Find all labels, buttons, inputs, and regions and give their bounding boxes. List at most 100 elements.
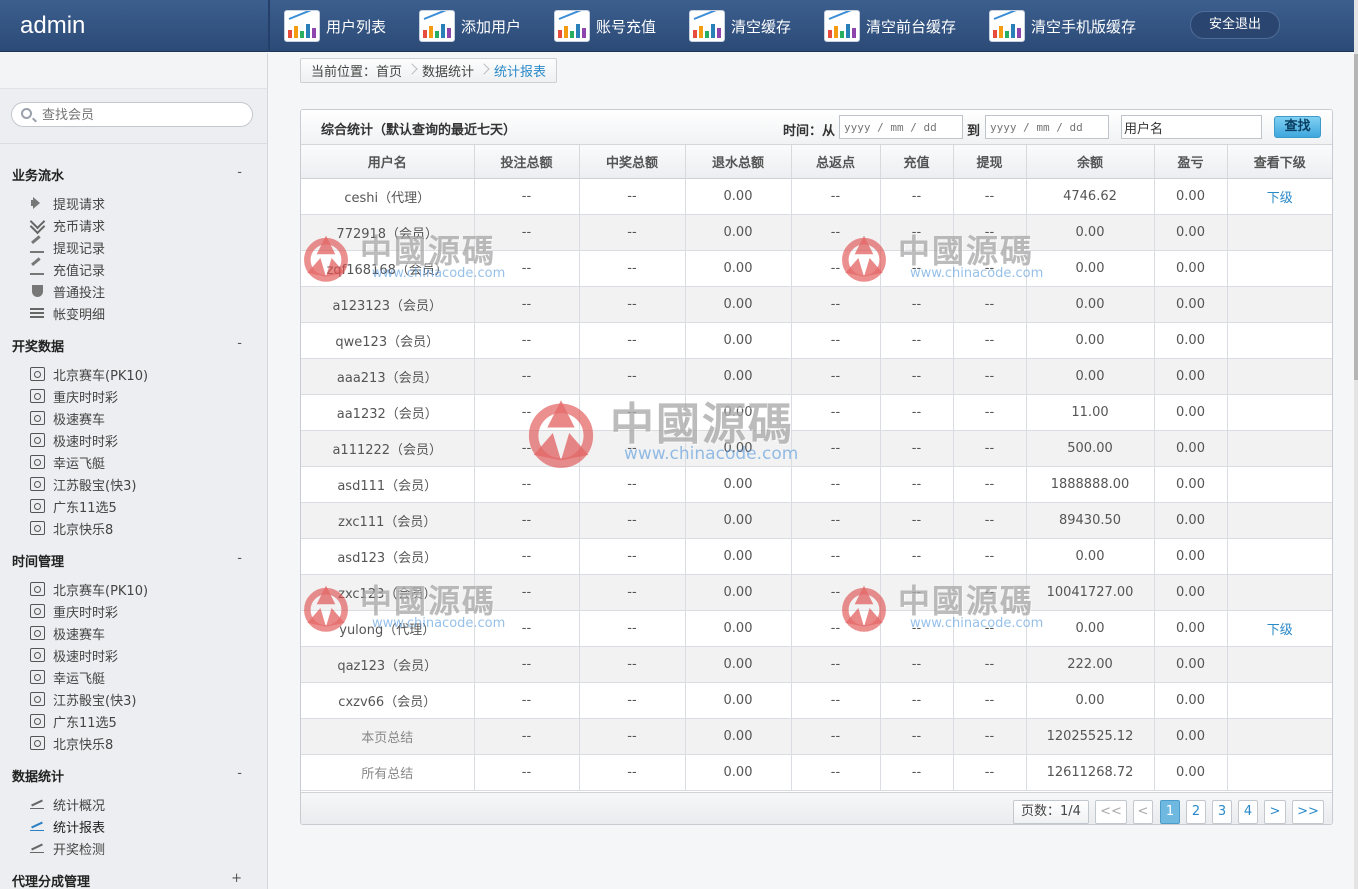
view-subordinates-link[interactable]: 下级: [1267, 191, 1293, 206]
target-icon: [30, 389, 45, 403]
table-cell: [1227, 574, 1332, 611]
top-nav-label: 账号充值: [596, 17, 657, 36]
table-cell: --: [953, 610, 1027, 647]
username-input[interactable]: [1121, 115, 1262, 139]
group-toggle-icon[interactable]: -: [237, 766, 242, 781]
table-cell: 0.00: [685, 538, 792, 575]
double-chevron-icon: [30, 218, 45, 232]
sidebar-item[interactable]: 幸运飞艇: [30, 667, 105, 687]
breadcrumb-item[interactable]: 数据统计: [412, 61, 484, 80]
sidebar-item[interactable]: 北京快乐8: [30, 518, 113, 538]
table-cell: --: [474, 538, 580, 575]
sidebar-item[interactable]: 江苏骰宝(快3): [30, 474, 136, 494]
table-row: qwe123（会员） -- -- 0.00 -- -- -- 0.00 0.00: [301, 322, 1332, 359]
group-toggle-icon[interactable]: -: [237, 165, 242, 180]
table-cell: [1227, 502, 1332, 539]
last-page-button[interactable]: >>: [1292, 800, 1324, 824]
sidebar-item-label: 幸运飞艇: [53, 671, 106, 687]
table-cell: 0.00: [1154, 574, 1228, 611]
page-scrollbar[interactable]: [1354, 0, 1358, 889]
top-nav-item-4[interactable]: 清空前台缓存: [824, 9, 956, 43]
top-nav-label: 清空手机版缓存: [1031, 17, 1137, 36]
view-subordinates-link[interactable]: 下级: [1267, 623, 1293, 638]
page-button-2[interactable]: 2: [1186, 800, 1206, 824]
sidebar-item[interactable]: 幸运飞艇: [30, 452, 105, 472]
sidebar-item[interactable]: 充值记录: [30, 259, 105, 279]
sidebar-item[interactable]: 重庆时时彩: [30, 601, 118, 621]
page-button-1[interactable]: 1: [1160, 800, 1180, 824]
page-button-4[interactable]: 4: [1238, 800, 1258, 824]
sidebar-group-title[interactable]: 业务流水 -: [12, 165, 242, 184]
table-cell: --: [579, 250, 686, 287]
sidebar-group-title[interactable]: 代理分成管理 +: [12, 871, 242, 889]
search-button[interactable]: 查找: [1274, 116, 1321, 138]
sidebar-item[interactable]: 统计报表: [30, 816, 105, 836]
breadcrumb-item[interactable]: 当前位置：首页: [301, 61, 412, 80]
sidebar-item[interactable]: 提现记录: [30, 237, 105, 257]
sidebar-item[interactable]: 提现请求: [30, 193, 105, 213]
table-cell: --: [579, 754, 686, 791]
table-cell: [1227, 718, 1332, 755]
table-cell: 0.00: [1154, 466, 1228, 503]
sidebar-item[interactable]: 极速赛车: [30, 408, 105, 428]
sidebar-item[interactable]: 重庆时时彩: [30, 386, 118, 406]
table-cell: --: [880, 754, 954, 791]
top-nav-item-1[interactable]: 添加用户: [419, 9, 521, 43]
date-from-input[interactable]: [839, 115, 963, 139]
group-toggle-icon[interactable]: +: [231, 871, 242, 886]
list-icon: [30, 306, 45, 320]
member-search-input[interactable]: [42, 106, 242, 124]
table-cell: aa1232（会员）: [301, 394, 475, 431]
sidebar-item[interactable]: 充币请求: [30, 215, 105, 235]
shield-icon: [30, 284, 45, 298]
sidebar-item[interactable]: 北京快乐8: [30, 733, 113, 753]
table-cell: 0.00: [1026, 610, 1155, 647]
table-cell: 0.00: [1026, 322, 1155, 359]
page-button-3[interactable]: 3: [1212, 800, 1232, 824]
next-page-button[interactable]: >: [1264, 800, 1286, 824]
sidebar-item[interactable]: 广东11选5: [30, 711, 117, 731]
sidebar-item[interactable]: 极速时时彩: [30, 645, 118, 665]
sidebar-item[interactable]: 开奖检测: [30, 838, 105, 858]
table-cell: [1227, 430, 1332, 467]
sidebar-item[interactable]: 江苏骰宝(快3): [30, 689, 136, 709]
group-toggle-icon[interactable]: -: [237, 336, 242, 351]
sidebar-group-title[interactable]: 时间管理 -: [12, 551, 242, 570]
table-cell: --: [791, 754, 881, 791]
pencil-icon: [30, 262, 45, 276]
table-cell: --: [474, 286, 580, 323]
sidebar-item[interactable]: 极速赛车: [30, 623, 105, 643]
scrollbar-thumb[interactable]: [1354, 54, 1358, 380]
table-row: asd111（会员） -- -- 0.00 -- -- -- 1888888.00 0.00: [301, 466, 1332, 503]
sidebar-group-title[interactable]: 数据统计 -: [12, 766, 242, 785]
sidebar-item[interactable]: 北京赛车(PK10): [30, 579, 148, 599]
table-cell: 12611268.72: [1026, 754, 1155, 791]
top-nav-item-5[interactable]: 清空手机版缓存: [989, 9, 1136, 43]
sidebar-item-label: 广东11选5: [53, 500, 117, 516]
sidebar-item[interactable]: 广东11选5: [30, 496, 117, 516]
group-toggle-icon[interactable]: -: [237, 551, 242, 566]
member-search[interactable]: [11, 102, 253, 127]
sidebar-item[interactable]: 普通投注: [30, 281, 105, 301]
sidebar-item[interactable]: 极速时时彩: [30, 430, 118, 450]
sidebar-item[interactable]: 统计概况: [30, 794, 105, 814]
top-nav-label: 用户列表: [326, 17, 387, 36]
column-header: 查看下级: [1227, 145, 1332, 179]
first-page-button[interactable]: <<: [1095, 800, 1127, 824]
chart-icon: [989, 10, 1025, 42]
table-cell: --: [880, 610, 954, 647]
table-cell: asd123（会员）: [301, 538, 475, 575]
sidebar-item[interactable]: 帐变明细: [30, 303, 105, 323]
date-to-input[interactable]: [985, 115, 1109, 139]
prev-page-button[interactable]: <: [1133, 800, 1153, 824]
table-cell: 500.00: [1026, 430, 1155, 467]
table-cell: 0.00: [685, 682, 792, 719]
table-cell: --: [579, 574, 686, 611]
sidebar-group-title[interactable]: 开奖数据 -: [12, 336, 242, 355]
logout-button[interactable]: 安全退出: [1190, 11, 1280, 39]
sidebar-item[interactable]: 北京赛车(PK10): [30, 364, 148, 384]
top-nav-item-0[interactable]: 用户列表: [284, 9, 386, 43]
top-nav-item-3[interactable]: 清空缓存: [689, 9, 791, 43]
top-nav-item-2[interactable]: 账号充值: [554, 9, 656, 43]
table-cell: 0.00: [1154, 178, 1228, 215]
